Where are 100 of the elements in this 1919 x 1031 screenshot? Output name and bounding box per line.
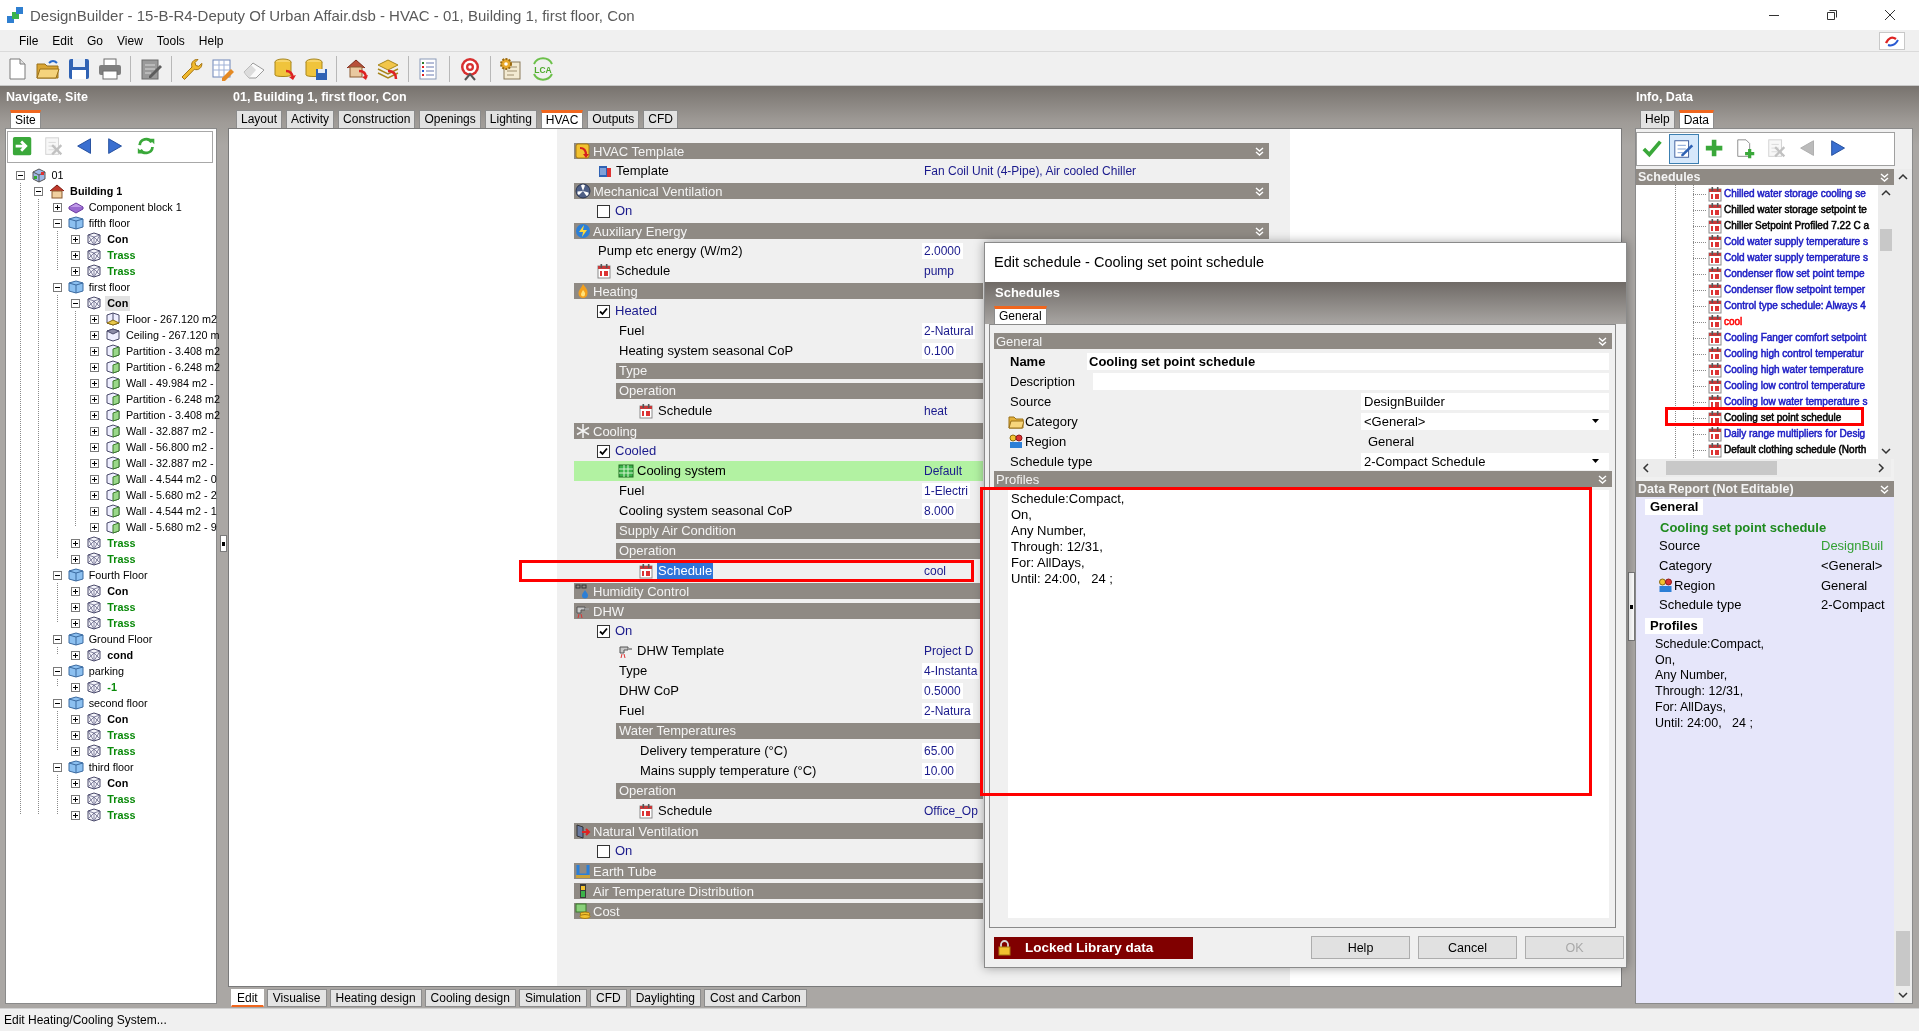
plus-toggle-icon[interactable] [71,650,81,660]
tree-item[interactable]: Con [105,711,131,727]
value-field[interactable]: 4-Instanta [922,663,980,679]
text-field[interactable]: DesignBuilder [1361,392,1609,410]
tree-item[interactable]: Con [105,775,131,791]
minus-toggle-icon[interactable] [52,634,62,644]
tab[interactable]: Cooling design [424,989,516,1007]
tree-item[interactable]: 01 [49,167,66,183]
plus-toggle-icon[interactable] [89,458,99,468]
plus-toggle-icon[interactable] [52,202,62,212]
tree-item[interactable]: Con [105,295,131,311]
minus-toggle-icon[interactable] [52,570,62,580]
save-icon[interactable] [67,56,91,81]
plus-toggle-icon[interactable] [71,714,81,724]
minus-toggle-icon[interactable] [52,698,62,708]
value-field[interactable]: 8.000 [922,503,957,519]
menu-item[interactable]: File [12,31,46,50]
schedule-item[interactable]: Cold water supply temperature s [1723,251,1869,265]
tree-item[interactable]: Wall - 4.544 m2 - 0 [123,471,219,487]
plus-toggle-icon[interactable] [71,602,81,612]
schedule-item[interactable]: Chiller Setpoint Profiled 7.22 C a [1723,219,1871,233]
tree-item[interactable]: Con [105,231,131,247]
field-label[interactable]: Template [615,163,670,179]
field-label[interactable]: Fuel [618,323,646,339]
tree-item[interactable]: Partition - 3.408 m2 [123,343,223,359]
value-field[interactable]: 1-Electri [922,483,970,499]
checkbox[interactable] [597,304,610,318]
tree-item[interactable]: Building 1 [68,183,125,199]
field-value[interactable]: Project D [922,643,976,659]
field-label[interactable]: Fuel [618,703,646,719]
plus-toggle-icon[interactable] [71,682,81,692]
printer-icon[interactable] [98,56,122,81]
value-field[interactable]: 65.00 [922,743,957,759]
database-arrow-icon[interactable] [273,56,297,81]
tab[interactable]: Edit [231,989,264,1007]
splitter-grip[interactable] [1628,572,1635,641]
schedule-item[interactable]: Cooling low control temperature [1723,379,1867,393]
field-value[interactable]: pump [922,263,957,279]
tab[interactable]: HVAC [540,110,584,128]
target-icon[interactable] [458,56,482,81]
tree-item[interactable]: Partition - 6.248 m2 [123,391,223,407]
schedule-item[interactable]: Chilled water storage cooling se [1723,187,1867,201]
schedule-item[interactable]: Cooling high control temperatur [1723,347,1865,361]
minus-toggle-icon[interactable] [34,186,44,196]
plus-toggle-icon[interactable] [71,586,81,596]
minus-toggle-icon[interactable] [52,666,62,676]
tab[interactable]: Data [1678,110,1715,128]
field-label[interactable]: Heating system seasonal CoP [618,343,795,359]
plus-toggle-icon[interactable] [89,346,99,356]
tree-item[interactable]: Wall - 32.887 m2 - [123,423,216,439]
field-label[interactable]: Schedule [657,403,714,419]
tree-item[interactable]: Fourth Floor [86,567,150,583]
dropdown[interactable]: 2-Compact Schedule [1361,452,1609,470]
checkbox[interactable] [597,624,610,638]
tree-item[interactable]: -1 [105,679,119,695]
tab[interactable]: Activity [286,110,335,128]
tab[interactable]: Cost and Carbon [704,989,807,1007]
checkbox-label[interactable]: On [614,623,634,639]
menu-item[interactable]: Help [191,31,231,50]
plus-toggle-icon[interactable] [89,442,99,452]
checkbox[interactable] [597,204,610,218]
schedule-item[interactable]: Condenser flow set point tempe [1723,267,1866,281]
tree-item[interactable]: cond [105,647,136,663]
collapse-chevron-icon[interactable] [1880,484,1889,494]
plus-toggle-icon[interactable] [89,490,99,500]
plus-toggle-icon[interactable] [89,410,99,420]
name-field[interactable]: Cooling set point schedule [1087,352,1609,370]
plus-toggle-icon[interactable] [89,426,99,436]
field-label[interactable]: Fuel [618,483,646,499]
schedule-item[interactable]: Condenser flow setpoint temper [1723,283,1867,297]
menu-item[interactable]: View [110,31,150,50]
tree-item[interactable]: first floor [86,279,133,295]
dialog-button[interactable]: Cancel [1418,936,1517,959]
table-pencil-icon[interactable] [211,56,235,81]
field-value[interactable]: heat [922,403,950,419]
plus-toggle-icon[interactable] [89,474,99,484]
tab[interactable]: CFD [590,989,627,1007]
field-label[interactable]: Type [618,663,649,679]
schedule-item[interactable]: Cooling low water temperature s [1723,395,1869,409]
tree-item[interactable]: Wall - 4.544 m2 - 1 [123,503,219,519]
checkbox[interactable] [597,844,610,858]
tree-item[interactable]: Trass [105,535,138,551]
tree-item[interactable]: Trass [105,599,138,615]
tab[interactable]: Outputs [587,110,640,128]
tree-item[interactable]: Partition - 6.248 m2 [123,359,223,375]
tab[interactable]: Help [1640,110,1675,128]
plus-toggle-icon[interactable] [71,778,81,788]
plus-toggle-icon[interactable] [71,618,81,628]
splitter-grip[interactable] [220,535,227,552]
field-label[interactable]: Schedule [657,803,714,819]
plus-toggle-icon[interactable] [71,234,81,244]
tree-item[interactable]: Trass [105,263,138,279]
value-field[interactable]: 10.00 [922,763,957,779]
collapse-chevron-icon[interactable] [1255,186,1264,196]
plus-toggle-icon[interactable] [89,362,99,372]
plus-toggle-icon[interactable] [71,250,81,260]
schedule-item[interactable]: Cold water supply temperature s [1723,235,1869,249]
schedule-item[interactable]: Cooling high water temperature [1723,363,1865,377]
tree-item[interactable]: Component block 1 [86,199,184,215]
plus-toggle-icon[interactable] [89,314,99,324]
